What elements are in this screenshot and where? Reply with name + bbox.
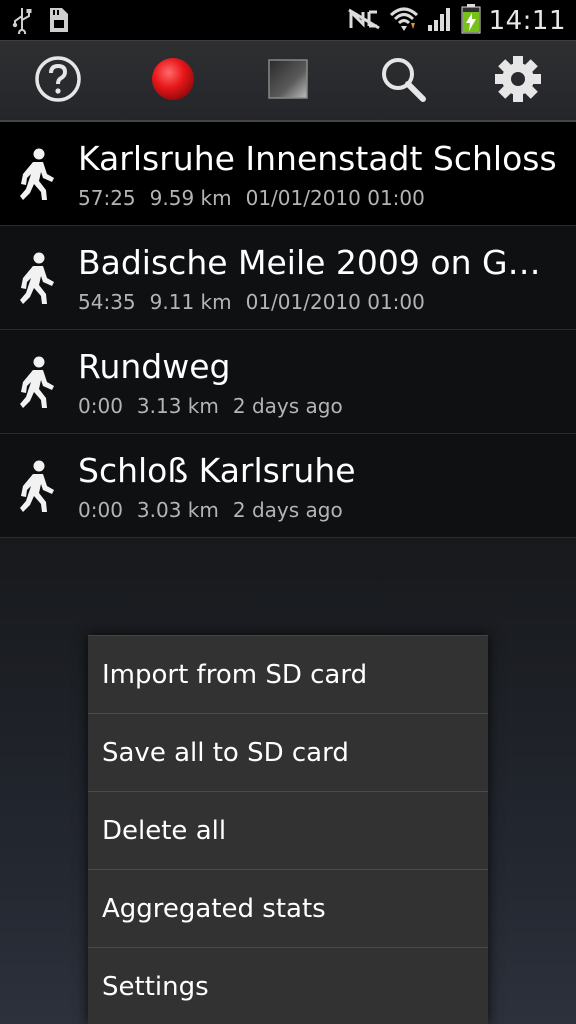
- record-icon: [149, 55, 197, 107]
- settings-gear-icon: [493, 54, 543, 108]
- track-list: Karlsruhe Innenstadt Schloss 57:25 9.59 k…: [0, 122, 576, 538]
- track-duration: 0:00: [78, 498, 123, 522]
- walking-person-icon: [14, 148, 58, 202]
- menu-item-settings[interactable]: Settings: [88, 948, 488, 1024]
- track-title: Karlsruhe Innenstadt Schloss: [78, 139, 557, 178]
- help-icon: [34, 55, 82, 107]
- track-title: Badische Meile 2009 on GPSies: [78, 243, 560, 282]
- search-icon: [379, 55, 427, 107]
- status-time: 14:11: [488, 6, 566, 36]
- signal-icon: [427, 5, 453, 37]
- track-distance: 3.03 km: [136, 498, 219, 522]
- track-distance: 3.13 km: [136, 394, 219, 418]
- track-row[interactable]: Badische Meile 2009 on GPSies 54:35 9.11 …: [0, 226, 576, 330]
- track-duration: 57:25: [78, 186, 136, 210]
- track-date: 2 days ago: [232, 394, 343, 418]
- track-distance: 9.11 km: [149, 290, 232, 314]
- track-meta: 57:25 9.59 km 01/01/2010 01:00: [78, 185, 439, 211]
- track-row[interactable]: Karlsruhe Innenstadt Schloss 57:25 9.59 k…: [0, 122, 576, 226]
- status-bar: 14:11: [0, 0, 576, 40]
- track-meta: 54:35 9.11 km 01/01/2010 01:00: [78, 289, 439, 315]
- track-date: 01/01/2010 01:00: [245, 290, 425, 314]
- stop-icon: [266, 57, 310, 105]
- action-bar: [0, 40, 576, 122]
- record-button[interactable]: [115, 41, 230, 121]
- menu-item-aggregated-stats[interactable]: Aggregated stats: [88, 870, 488, 948]
- track-distance: 9.59 km: [149, 186, 232, 210]
- track-meta: 0:00 3.13 km 2 days ago: [78, 393, 357, 419]
- walking-person-icon: [14, 356, 58, 410]
- walking-person-icon: [14, 460, 58, 514]
- menu-item-import[interactable]: Import from SD card: [88, 636, 488, 714]
- track-duration: 54:35: [78, 290, 136, 314]
- battery-charging-icon: [461, 4, 481, 38]
- walking-person-icon: [14, 252, 58, 306]
- usb-icon: [10, 6, 34, 38]
- settings-button[interactable]: [460, 41, 575, 121]
- sd-card-icon: [46, 6, 70, 38]
- track-date: 2 days ago: [232, 498, 343, 522]
- help-button[interactable]: [0, 41, 115, 121]
- track-title: Schloß Karlsruhe: [78, 451, 356, 490]
- overflow-menu: Import from SD card Save all to SD card …: [88, 635, 488, 1024]
- wifi-icon: [389, 5, 419, 37]
- search-button[interactable]: [345, 41, 460, 121]
- track-duration: 0:00: [78, 394, 123, 418]
- track-meta: 0:00 3.03 km 2 days ago: [78, 497, 357, 523]
- stop-button[interactable]: [230, 41, 345, 121]
- track-title: Rundweg: [78, 347, 231, 386]
- track-date: 01/01/2010 01:00: [245, 186, 425, 210]
- track-row[interactable]: Schloß Karlsruhe 0:00 3.03 km 2 days ago: [0, 434, 576, 538]
- menu-item-delete-all[interactable]: Delete all: [88, 792, 488, 870]
- menu-item-save-all[interactable]: Save all to SD card: [88, 714, 488, 792]
- nfc-icon: [347, 6, 381, 36]
- track-row[interactable]: Rundweg 0:00 3.13 km 2 days ago: [0, 330, 576, 434]
